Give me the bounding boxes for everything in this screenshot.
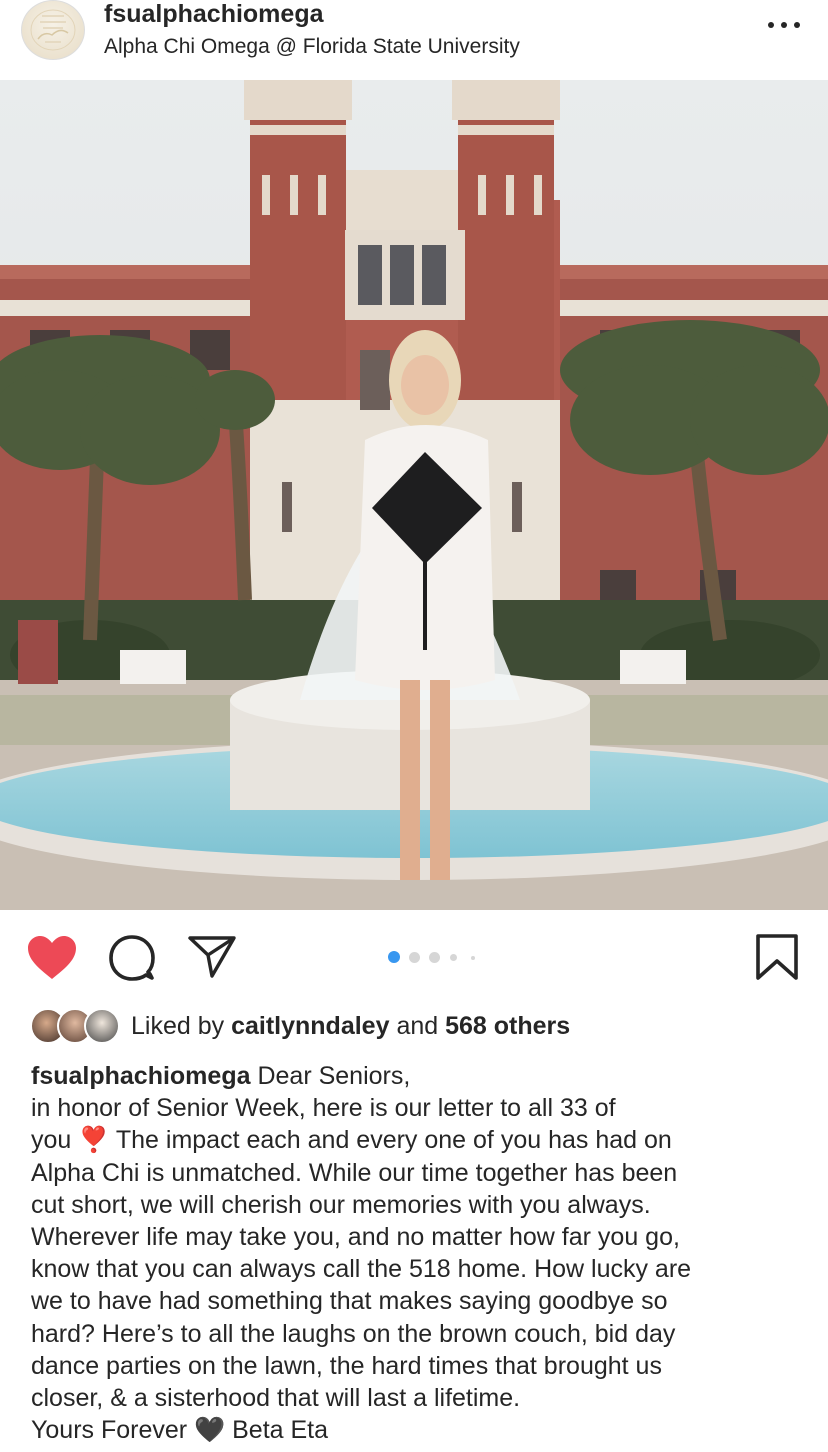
paper-plane-icon[interactable] (187, 935, 237, 979)
carousel-dot (409, 952, 420, 963)
bookmark-icon[interactable] (755, 933, 799, 981)
caption-line: cut short, we will cherish our memories … (31, 1190, 651, 1219)
carousel-dot (471, 956, 475, 960)
caption-line: Wherever life may take you, and no matte… (31, 1223, 680, 1252)
caption-line: fsualphachiomega Dear Seniors, (31, 1060, 811, 1092)
caption-line: hard? Here’s to all the laughs on the br… (31, 1319, 676, 1348)
comment-bubble-icon[interactable] (108, 934, 156, 982)
post-caption: fsualphachiomega Dear Seniors, in honor … (31, 1060, 811, 1446)
caption-line: we to have had something that makes sayi… (31, 1287, 668, 1316)
post-username[interactable]: fsualphachiomega (104, 0, 324, 28)
caption-line: Alpha Chi is unmatched. While our time t… (31, 1158, 678, 1187)
caption-line: in honor of Senior Week, here is our let… (31, 1094, 616, 1123)
likes-text: Liked by caitlynndaley and 568 others (131, 1011, 570, 1041)
likes-row[interactable]: Liked by caitlynndaley and 568 others (30, 1008, 810, 1044)
heart-filled-icon[interactable] (27, 935, 77, 981)
caption-line: know that you can always call the 518 ho… (31, 1255, 692, 1284)
post-location[interactable]: Alpha Chi Omega @ Florida State Universi… (104, 34, 520, 60)
caption-author[interactable]: fsualphachiomega (31, 1062, 251, 1090)
caption-line: dance parties on the lawn, the hard time… (31, 1351, 662, 1380)
liker-avatar[interactable] (84, 1008, 120, 1044)
carousel-dot (450, 954, 457, 961)
caption-line: you ❣️ The impact each and every one of … (31, 1126, 672, 1155)
post-header: fsualphachiomega Alpha Chi Omega @ Flori… (0, 0, 828, 81)
more-options-icon[interactable] (766, 18, 802, 32)
caption-text: Dear Seniors, (257, 1062, 411, 1090)
caption-line: closer, & a sisterhood that will last a … (31, 1384, 521, 1413)
caption-line: Yours Forever 🖤 Beta Eta (31, 1416, 329, 1445)
post-photo[interactable] (0, 80, 828, 910)
likes-prefix: Liked by (131, 1012, 225, 1040)
carousel-indicator (388, 951, 488, 963)
carousel-dot-active (388, 951, 400, 963)
likes-count[interactable]: 568 others (445, 1012, 570, 1040)
carousel-dot (429, 952, 440, 963)
profile-avatar[interactable] (21, 0, 85, 60)
liker-username[interactable]: caitlynndaley (231, 1012, 389, 1040)
likes-middle: and (396, 1012, 439, 1040)
